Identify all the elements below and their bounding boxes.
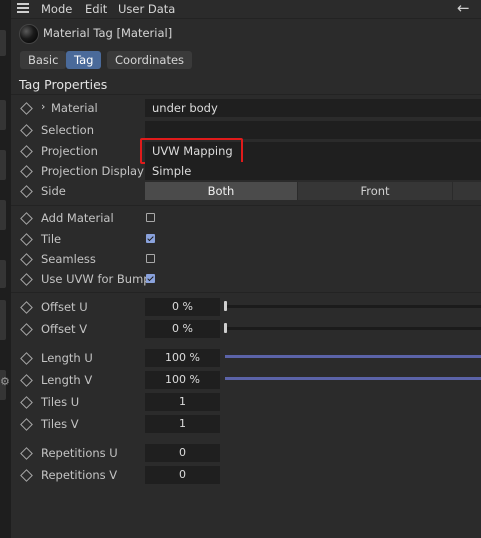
length-u-field[interactable]: 100 % [145,349,220,367]
repetitions-v-label: Repetitions V [41,468,118,482]
material-link-field[interactable]: under body [145,99,481,117]
offset-u-field[interactable]: 0 % [145,298,220,316]
divider [11,94,481,95]
length-v-field[interactable]: 100 % [145,371,220,389]
menu-user-data[interactable]: User Data [118,2,175,16]
dock-gear-icon[interactable]: ⚙ [0,375,10,388]
tab-coordinates[interactable]: Coordinates [107,51,193,69]
selection-label: Selection [41,123,94,137]
divider [11,292,481,293]
side-label: Side [41,184,66,198]
tile-label: Tile [41,232,62,246]
material-preview-icon [19,24,39,44]
divider [11,18,481,19]
offset-v-slider-handle[interactable] [224,323,227,333]
offset-u-slider-handle[interactable] [224,301,227,311]
offset-v-label: Offset V [41,322,88,336]
selection-field[interactable] [145,121,481,139]
tile-checkbox[interactable] [146,234,155,243]
divider [11,205,481,206]
repetitions-u-label: Repetitions U [41,446,118,460]
back-arrow-icon[interactable]: ← [457,0,470,16]
length-u-slider[interactable] [225,355,481,358]
repetitions-v-field[interactable]: 0 [145,466,220,484]
length-v-label: Length V [41,373,93,387]
side-option-front[interactable]: Front [298,182,452,200]
length-u-label: Length U [41,351,93,365]
use-uvw-bump-checkbox[interactable] [146,274,155,283]
length-v-slider[interactable] [225,377,481,380]
left-dock-strip [0,0,11,538]
projection-display-label: Projection Display [41,164,144,178]
projection-value: UVW Mapping [152,144,233,158]
tiles-u-label: Tiles U [41,395,80,409]
menu-edit[interactable]: Edit [85,2,107,16]
expand-arrow-icon[interactable]: › [41,100,45,113]
offset-v-field[interactable]: 0 % [145,320,220,338]
offset-v-slider[interactable] [226,327,481,330]
add-material-label: Add Material [41,211,114,225]
object-title: Material Tag [Material] [43,26,173,40]
offset-u-slider[interactable] [226,305,481,308]
tab-basic[interactable]: Basic [20,51,67,69]
menu-mode[interactable]: Mode [41,2,72,16]
use-uvw-bump-label: Use UVW for Bump [41,272,151,286]
tab-tag[interactable]: Tag [66,51,102,69]
add-material-checkbox[interactable] [146,213,155,222]
offset-u-label: Offset U [41,300,88,314]
tiles-u-field[interactable]: 1 [145,393,220,411]
projection-label: Projection [41,144,98,158]
repetitions-u-field[interactable]: 0 [145,444,220,462]
tiles-v-field[interactable]: 1 [145,415,220,433]
seamless-checkbox[interactable] [146,254,155,263]
side-option-both[interactable]: Both [145,182,297,200]
projection-display-dropdown[interactable]: Simple [145,162,481,180]
seamless-label: Seamless [41,252,96,266]
material-label: Material [51,101,98,115]
tiles-v-label: Tiles V [41,417,79,431]
menu-bar: Mode Edit User Data ← [11,0,481,18]
side-option-more[interactable] [453,182,481,200]
hamburger-menu-icon[interactable] [17,3,29,15]
section-title: Tag Properties [19,77,108,92]
